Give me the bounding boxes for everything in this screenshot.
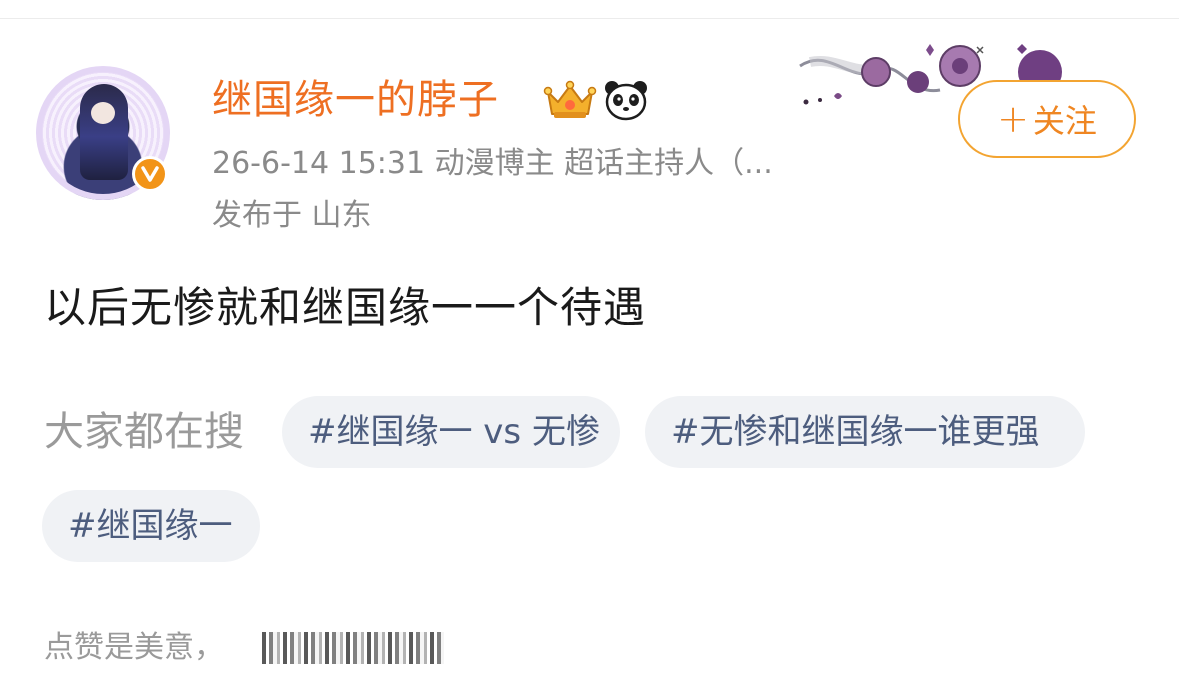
weibo-post: 继国缘一的脖子 26-6-14 15:31 动漫博主 超话主持人（... 发布于… xyxy=(0,0,1179,683)
redacted-text xyxy=(262,632,444,664)
post-content: 以后无惨就和继国缘一一个待遇 xyxy=(44,283,647,332)
post-meta: 26-6-14 15:31 动漫博主 超话主持人（... xyxy=(212,146,773,181)
follow-button[interactable]: + 关注 xyxy=(958,80,1136,158)
avatar-figure xyxy=(80,84,128,180)
username[interactable]: 继国缘一的脖子 xyxy=(212,74,499,126)
crown-icon xyxy=(543,80,597,118)
plus-icon: + xyxy=(997,97,1029,141)
like-note: 点赞是美意， xyxy=(44,630,224,665)
panda-icon xyxy=(605,81,647,121)
search-tag[interactable]: #继国缘一 vs 无惨 xyxy=(282,396,620,468)
post-location: 发布于 山东 xyxy=(212,198,372,233)
avatar-face xyxy=(91,102,115,124)
verified-badge-icon xyxy=(132,156,168,192)
trending-search-label: 大家都在搜 xyxy=(44,409,244,455)
search-tag[interactable]: #无惨和继国缘一谁更强 xyxy=(645,396,1085,468)
follow-label: 关注 xyxy=(1032,102,1097,140)
top-divider xyxy=(0,18,1179,19)
search-tag[interactable]: #继国缘一 xyxy=(42,490,260,562)
